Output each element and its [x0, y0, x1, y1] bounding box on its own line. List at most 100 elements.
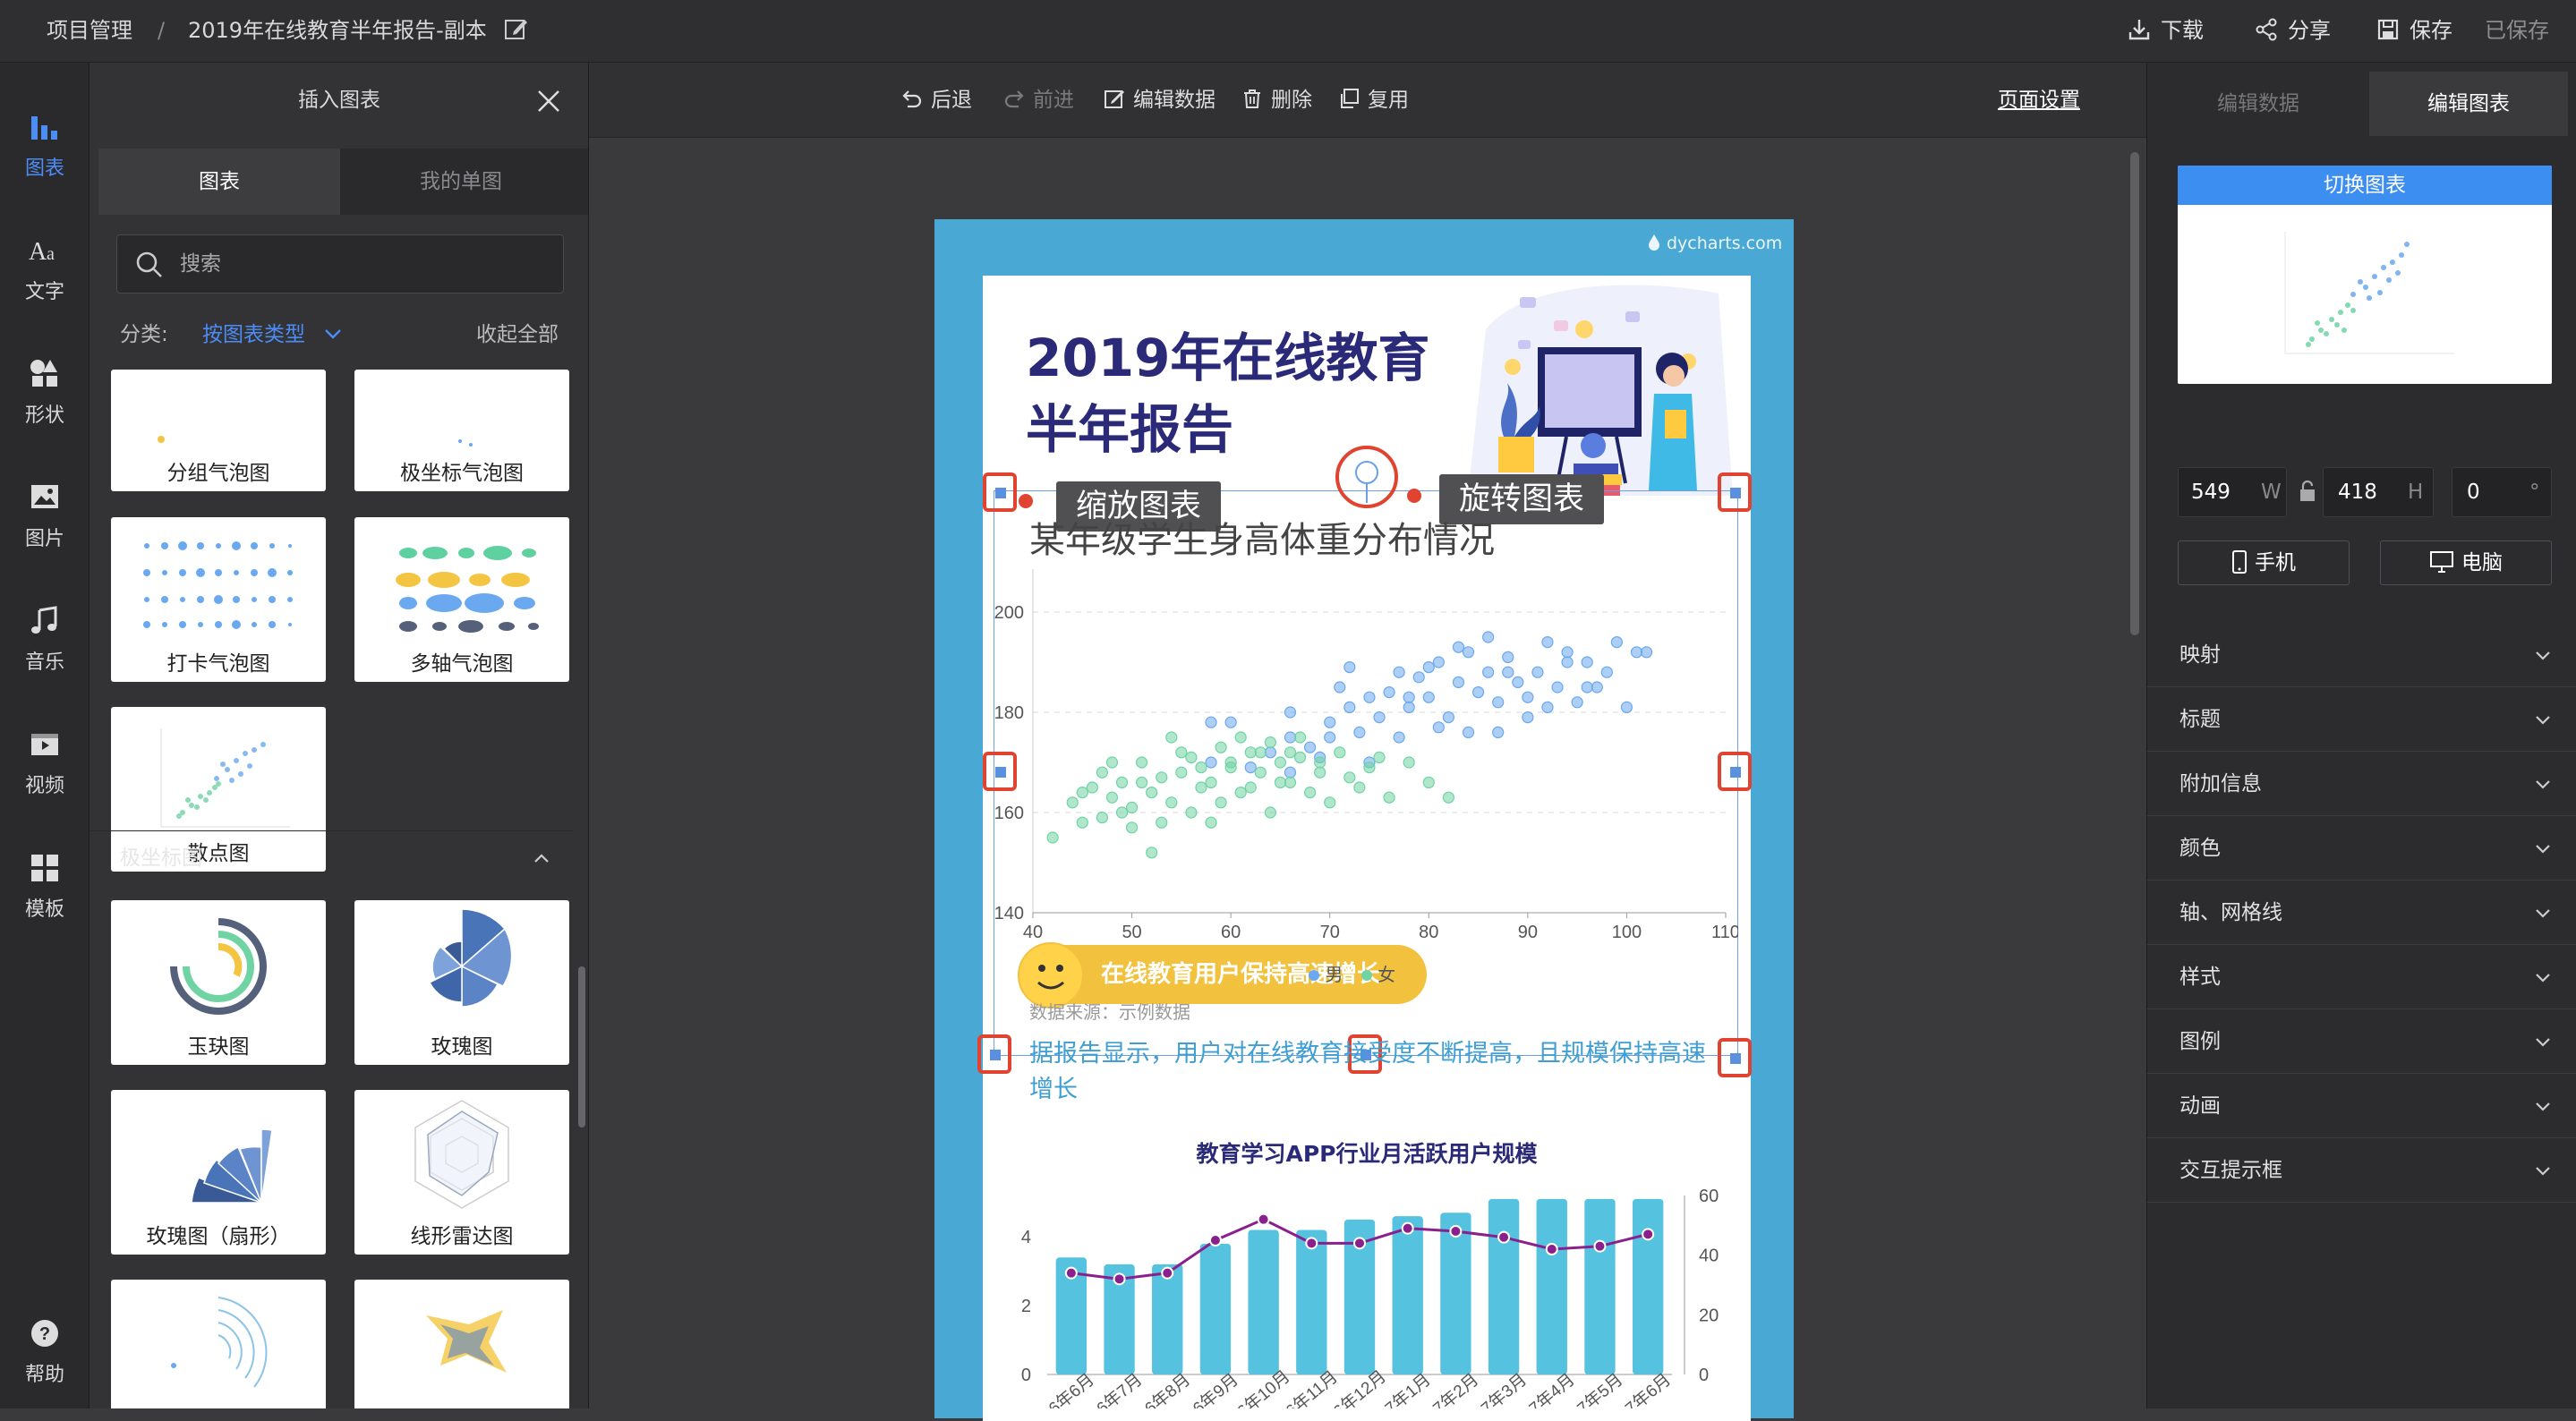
chart-thumb-checkin-bubble[interactable]: 打卡气泡图 — [111, 517, 326, 682]
rail-item-templates[interactable]: 模板 — [0, 839, 90, 938]
lock-ratio-icon[interactable] — [2298, 480, 2317, 506]
chart-thumb-line-radar[interactable]: 线形雷达图 — [354, 1090, 569, 1255]
redo-label: 前进 — [1033, 89, 1074, 112]
rose-preview — [428, 908, 513, 1008]
redo-button[interactable]: 前进 — [1002, 63, 1074, 138]
chevron-down-icon — [325, 329, 342, 339]
rail-item-help[interactable]: ? 帮助 — [0, 1305, 90, 1403]
tab-charts[interactable]: 图表 — [98, 149, 340, 215]
canvas-scrollbar[interactable] — [2128, 138, 2141, 639]
collapse-all-button[interactable]: 收起全部 — [476, 320, 559, 349]
search-input[interactable]: 搜索 — [116, 234, 564, 294]
scatter-point — [1334, 746, 1346, 759]
category-dropdown[interactable]: 按图表类型 — [202, 320, 344, 349]
close-icon[interactable] — [535, 88, 562, 118]
scatter-point — [1195, 781, 1207, 794]
data-source: 数据来源：示例数据 — [1029, 1001, 1190, 1023]
save-button[interactable]: 保存 — [2376, 0, 2452, 63]
accordion-item[interactable]: 标题 — [2147, 687, 2576, 752]
rail-item-text[interactable]: Aa 文字 — [0, 222, 90, 320]
width-field[interactable]: 549 W — [2178, 467, 2287, 517]
breadcrumb-project[interactable]: 项目管理 — [47, 0, 132, 63]
scatter-chart[interactable]: 140 160 180 200 40 50 60 70 80 90 100 110 — [994, 555, 1738, 966]
category-label: 17年6月 — [1615, 1370, 1676, 1408]
category-label: 17年5月 — [1566, 1370, 1627, 1408]
height-field[interactable]: 418 H — [2323, 467, 2434, 517]
rotate-handle[interactable] — [1335, 446, 1398, 508]
chart-thumb-multiaxis-bubble[interactable]: 多轴气泡图 — [354, 517, 569, 682]
resize-handle-tr[interactable] — [1718, 472, 1752, 512]
switch-chart-card[interactable]: 切换图表 — [2178, 166, 2552, 384]
chart-thumb-rose[interactable]: 玫瑰图 — [354, 900, 569, 1065]
tab-edit-chart[interactable]: 编辑图表 — [2369, 72, 2568, 136]
scatter-point — [1432, 721, 1445, 734]
chart-thumb-radial-bar[interactable]: 玉玦图 — [111, 900, 326, 1065]
download-button[interactable]: 下载 — [2127, 0, 2204, 63]
section-polar-header[interactable]: 极坐标图 — [90, 830, 573, 884]
video-icon — [31, 734, 58, 755]
duplicate-button[interactable]: 复用 — [1337, 63, 1409, 138]
resize-handle-br[interactable] — [1718, 1038, 1752, 1077]
edit-data-label: 编辑数据 — [1133, 89, 1215, 112]
tab-edit-data[interactable]: 编辑数据 — [2147, 72, 2369, 136]
accordion-item[interactable]: 颜色 — [2147, 816, 2576, 881]
mobile-button[interactable]: 手机 — [2178, 540, 2350, 585]
panel-scrollbar[interactable] — [578, 966, 585, 1127]
accordion-label: 附加信息 — [2179, 772, 2262, 796]
delete-button[interactable]: 删除 — [1241, 63, 1312, 138]
scatter-point — [1541, 635, 1554, 649]
search-placeholder: 搜索 — [180, 252, 221, 276]
report-paragraph: 据报告显示，用户对在线教育接受度不断提高，且规模保持高速增长 — [1029, 1040, 1706, 1103]
document-title[interactable]: 2019年在线教育半年报告-副本 — [188, 0, 487, 63]
svg-text:?: ? — [39, 1324, 50, 1344]
rotation-value: 0 — [2467, 481, 2480, 504]
current-chart-preview — [2284, 232, 2455, 354]
scatter-point — [1293, 731, 1307, 744]
chart-thumb-rose-sector[interactable]: 玫瑰图（扇形） — [111, 1090, 326, 1255]
rotation-field[interactable]: 0 ° — [2452, 467, 2552, 517]
phone-icon — [2232, 550, 2247, 574]
poster-title[interactable]: 2019年在线教育 半年报告 — [1026, 322, 1429, 465]
edit-title-icon[interactable] — [503, 16, 528, 45]
monitor-icon — [2430, 551, 2453, 573]
right-panel: 编辑数据 编辑图表 切换图表 549 W 418 H 0 ° 手机 电脑 映射标… — [2146, 63, 2576, 1408]
chart-thumb-radial-lines[interactable] — [111, 1280, 326, 1408]
accordion-item[interactable]: 图例 — [2147, 1009, 2576, 1074]
scatter-point — [1561, 646, 1574, 659]
rail-item-charts[interactable]: 图表 — [0, 98, 90, 197]
accordion-item[interactable]: 附加信息 — [2147, 752, 2576, 816]
rail-item-video[interactable]: 视频 — [0, 716, 90, 814]
scatter-point — [1224, 716, 1237, 728]
undo-button[interactable]: 后退 — [900, 63, 972, 138]
share-label: 分享 — [2288, 18, 2331, 43]
accordion-item[interactable]: 动画 — [2147, 1074, 2576, 1138]
save-label: 保存 — [2410, 18, 2452, 43]
accordion-item[interactable]: 映射 — [2147, 623, 2576, 687]
redo-icon — [1004, 90, 1024, 108]
accordion-item[interactable]: 交互提示框 — [2147, 1138, 2576, 1203]
scatter-point — [1146, 787, 1158, 799]
page-settings-link[interactable]: 页面设置 — [1998, 63, 2080, 138]
rail-item-music[interactable]: 音乐 — [0, 592, 90, 691]
switch-chart-button[interactable]: 切换图表 — [2178, 166, 2552, 205]
resize-handle-bl[interactable] — [977, 1034, 1011, 1074]
scatter-point — [1373, 711, 1386, 724]
download-label: 下载 — [2161, 18, 2204, 43]
desktop-button[interactable]: 电脑 — [2380, 540, 2552, 585]
bar — [1536, 1198, 1567, 1374]
chart-thumb-label: 玫瑰图 — [431, 1035, 493, 1059]
combo-chart[interactable]: 024020406016年6月16年7月16年8月16年9月16年10月16年1… — [983, 1181, 1751, 1408]
share-button[interactable]: 分享 — [2254, 0, 2331, 63]
scatter-point — [1136, 776, 1148, 788]
accordion-item[interactable]: 样式 — [2147, 945, 2576, 1009]
rail-item-images[interactable]: 图片 — [0, 469, 90, 567]
chart-thumb-label: 分组气泡图 — [166, 462, 270, 485]
chart-thumb-polar-bubble[interactable]: 极坐标气泡图 — [354, 370, 569, 491]
edit-data-button[interactable]: 编辑数据 — [1103, 63, 1215, 138]
rail-item-shapes[interactable]: 形状 — [0, 345, 90, 444]
accordion-item[interactable]: 轴、网格线 — [2147, 881, 2576, 945]
tab-my-charts[interactable]: 我的单图 — [340, 149, 582, 215]
chart-thumb-grouped-bubble[interactable]: 分组气泡图 — [111, 370, 326, 491]
resize-handle-tl[interactable] — [983, 472, 1017, 512]
chart-thumb-area-radar[interactable] — [354, 1280, 569, 1408]
